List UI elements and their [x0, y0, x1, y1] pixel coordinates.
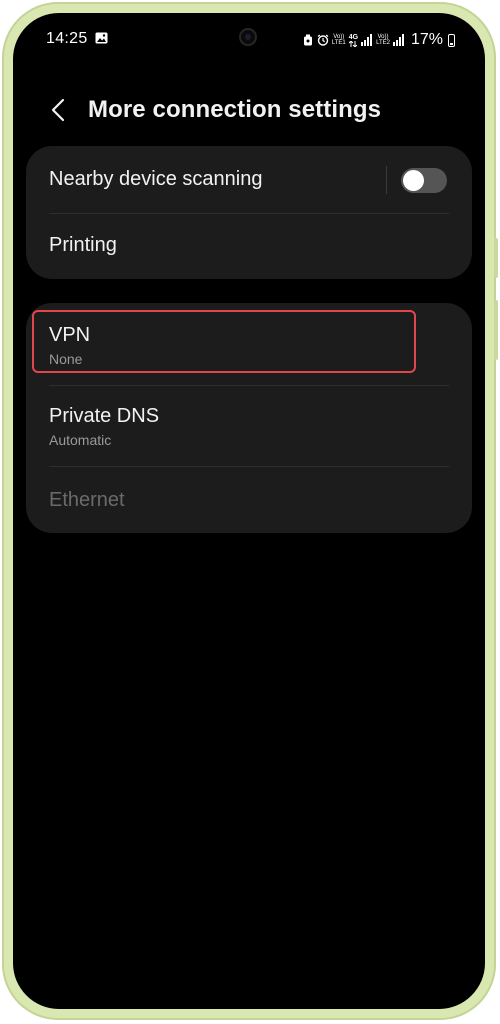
settings-group-1: Nearby device scanning Printing — [26, 146, 472, 279]
header: More connection settings — [13, 85, 485, 135]
signal-1-icon — [361, 34, 373, 46]
sim2-volte-label: Vo)) LTE2 — [376, 34, 390, 46]
private-dns-status: Automatic — [49, 432, 112, 448]
status-icons: Vo)) LTE1 4G Vo)) LTE2 17% — [302, 30, 455, 50]
alarm-clock-icon — [303, 34, 312, 46]
battery-icon — [448, 33, 455, 47]
nearby-device-scanning-label: Nearby device scanning — [49, 168, 263, 190]
nearby-device-scanning-toggle[interactable] — [401, 168, 447, 193]
private-dns-row[interactable]: Private DNS Automatic — [26, 386, 472, 466]
status-bar: 14:25 Vo)) LTE1 4G Vo)) LTE2 17% — [13, 13, 485, 65]
power-button — [494, 300, 498, 360]
private-dns-label: Private DNS — [49, 405, 160, 427]
toggle-separator — [386, 166, 387, 194]
ethernet-row: Ethernet — [26, 467, 472, 533]
signal-2-icon — [392, 34, 404, 46]
screen: 14:25 Vo)) LTE1 4G Vo)) LTE2 17% More co… — [13, 13, 485, 1009]
data-arrows-icon — [349, 40, 358, 47]
back-button[interactable] — [41, 93, 75, 127]
page-title: More connection settings — [88, 96, 382, 123]
chevron-left-icon — [51, 98, 65, 122]
vpn-highlight-box — [32, 310, 416, 373]
network-type: 4G — [349, 34, 358, 47]
sim1-volte-label: Vo)) LTE1 — [331, 34, 346, 46]
ethernet-label: Ethernet — [49, 489, 125, 511]
front-camera — [239, 28, 257, 46]
printing-row[interactable]: Printing — [26, 214, 472, 279]
image-icon — [95, 32, 108, 44]
printing-label: Printing — [49, 234, 117, 256]
volume-button — [494, 238, 498, 278]
status-time: 14:25 — [46, 30, 88, 47]
nearby-device-scanning-row[interactable]: Nearby device scanning — [26, 146, 472, 214]
alarm-icon — [317, 34, 329, 46]
toggle-knob — [403, 170, 424, 191]
battery-percent: 17% — [410, 31, 443, 48]
